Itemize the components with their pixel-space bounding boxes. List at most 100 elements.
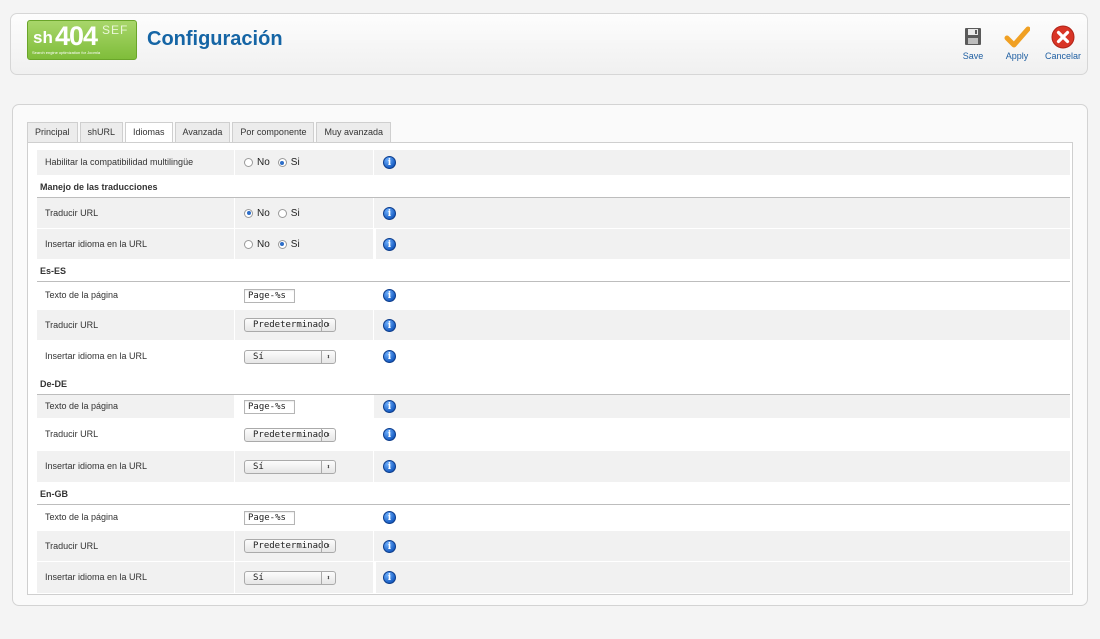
updown-arrow-icon: ⬍ xyxy=(321,571,335,584)
insert-select-label: Insertar idioma en la URL xyxy=(37,562,234,593)
multilingual-yes-radio[interactable] xyxy=(277,158,287,167)
updown-arrow-icon: ⬍ xyxy=(321,460,335,473)
insert-select-info: i xyxy=(376,451,1070,482)
multilingual-row: Habilitar la compatibilidad multilingüe … xyxy=(37,150,1070,176)
page-text-row: Texto de la página Page-%s i xyxy=(37,505,1070,531)
tab-idiomas[interactable]: Idiomas xyxy=(125,122,173,143)
insert-select-value: Sí xyxy=(253,351,264,362)
insert-lang-yes-label: Si xyxy=(290,238,300,250)
page-text-cell: Page-%s xyxy=(234,505,374,530)
logo-suffix: SEF xyxy=(102,23,129,37)
translate-url-no-radio[interactable] xyxy=(244,208,253,218)
apply-label: Apply xyxy=(1005,51,1029,61)
page-text-label: Texto de la página xyxy=(45,512,119,522)
tab-muy-avanzada[interactable]: Muy avanzada xyxy=(316,122,392,142)
page-text-row: Texto de la página Page-%s i xyxy=(37,282,1070,310)
translate-select-info: i xyxy=(376,531,1070,561)
info-icon[interactable]: i xyxy=(383,350,396,363)
page-text-cell: Page-%s xyxy=(234,395,374,418)
insert-select-cell: Sí ⬍ xyxy=(234,341,374,372)
updown-arrow-icon: ⬍ xyxy=(321,319,335,331)
insert-select-value: Sí xyxy=(253,572,264,583)
config-panel: Principal shURL Idiomas Avanzada Por com… xyxy=(12,104,1088,606)
translate-select[interactable]: Predeterminado ⬍ xyxy=(244,318,336,332)
insert-select-row: Insertar idioma en la URL Sí ⬍ i xyxy=(37,451,1070,483)
page-text-cell: Page-%s xyxy=(234,282,374,309)
insert-select-info: i xyxy=(376,341,1070,372)
multilingual-label: Habilitar la compatibilidad multilingüe xyxy=(45,157,194,167)
info-icon[interactable]: i xyxy=(383,206,396,220)
info-icon[interactable]: i xyxy=(383,511,396,524)
insert-select-row: Insertar idioma en la URL Sí ⬍ i xyxy=(37,341,1070,373)
info-icon[interactable]: i xyxy=(383,539,396,553)
updown-arrow-icon: ⬍ xyxy=(321,350,335,363)
translate-url-yes-radio[interactable] xyxy=(277,208,287,218)
info-icon[interactable]: i xyxy=(383,318,396,332)
tab-principal[interactable]: Principal xyxy=(27,122,78,142)
translate-select[interactable]: Predeterminado ⬍ xyxy=(244,539,336,553)
cancel-button[interactable]: Cancelar xyxy=(1041,24,1085,61)
section-lang-es-es: Es-ES xyxy=(37,260,1070,282)
insert-lang-row: Insertar idioma en la URL No Si i xyxy=(37,229,1070,260)
logo-tagline: Search engine optimization for Joomla xyxy=(32,50,101,55)
apply-button[interactable]: Apply xyxy=(995,24,1039,61)
translate-url-label: Traducir URL xyxy=(45,207,99,218)
info-icon[interactable]: i xyxy=(383,400,396,413)
sh404sef-logo: sh 404 SEF Search engine optimization fo… xyxy=(27,20,137,60)
section-lang-en-gb: En-GB xyxy=(37,483,1070,505)
insert-select[interactable]: Sí ⬍ xyxy=(244,459,336,474)
page-text-label: Texto de la página xyxy=(37,282,234,309)
info-icon[interactable]: i xyxy=(383,289,396,302)
tab-bar: Principal shURL Idiomas Avanzada Por com… xyxy=(27,122,393,143)
save-button[interactable]: Save xyxy=(951,24,995,61)
info-icon[interactable]: i xyxy=(383,571,396,584)
translate-select[interactable]: Predeterminado ⬍ xyxy=(244,427,336,442)
page-text-input[interactable]: Page-%s xyxy=(244,510,295,525)
translate-select-row: Traducir URL Predeterminado ⬍ i xyxy=(37,531,1070,562)
page-text-row: Texto de la página Page-%s i xyxy=(37,395,1070,419)
insert-select[interactable]: Sí ⬍ xyxy=(244,570,336,585)
tab-avanzada[interactable]: Avanzada xyxy=(174,122,231,142)
info-icon[interactable]: i xyxy=(383,237,396,251)
translate-url-yes-label: Si xyxy=(290,207,300,219)
insert-lang-no-radio[interactable] xyxy=(244,239,253,249)
translate-select-value: Predeterminado xyxy=(253,429,329,440)
page-text-label: Texto de la página xyxy=(45,401,119,411)
insert-select-value: Sí xyxy=(253,461,264,472)
tab-shurl[interactable]: shURL xyxy=(79,122,124,142)
multilingual-info: i xyxy=(376,150,1070,175)
multilingual-no-radio[interactable] xyxy=(244,158,253,167)
translate-select-cell: Predeterminado ⬍ xyxy=(234,310,374,340)
insert-select-cell: Sí ⬍ xyxy=(234,562,374,593)
translate-select-row: Traducir URL Predeterminado ⬍ i xyxy=(37,419,1070,451)
save-label: Save xyxy=(962,51,984,61)
translate-url-info: i xyxy=(376,198,1070,228)
tab-content-idiomas: Habilitar la compatibilidad multilingüe … xyxy=(27,142,1073,595)
translate-select-row: Traducir URL Predeterminado ⬍ i xyxy=(37,310,1070,341)
logo-number: 404 xyxy=(55,21,98,51)
multilingual-yes-label: Si xyxy=(290,157,300,168)
translate-select-cell: Predeterminado ⬍ xyxy=(234,531,374,561)
insert-select-label: Insertar idioma en la URL xyxy=(45,461,148,471)
translate-select-info: i xyxy=(376,310,1070,340)
info-icon[interactable]: i xyxy=(383,460,396,473)
section-lang-de-de: De-DE xyxy=(37,373,1070,395)
translate-url-row: Traducir URL No Si i xyxy=(37,198,1070,229)
insert-lang-yes-radio[interactable] xyxy=(277,239,287,249)
page-title: Configuración xyxy=(147,28,283,50)
page-text-input[interactable]: Page-%s xyxy=(244,399,295,414)
insert-select[interactable]: Sí ⬍ xyxy=(244,349,336,364)
tab-por-componente[interactable]: Por componente xyxy=(232,122,315,142)
translate-select-value: Predeterminado xyxy=(253,541,329,551)
insert-lang-info: i xyxy=(376,229,1070,259)
info-icon[interactable]: i xyxy=(383,156,396,169)
insert-select-cell: Sí ⬍ xyxy=(234,451,374,482)
translate-url-options: No Si xyxy=(234,198,374,228)
translate-select-cell: Predeterminado ⬍ xyxy=(234,419,374,450)
info-icon[interactable]: i xyxy=(383,428,396,441)
cancel-x-icon xyxy=(1050,24,1076,50)
page-text-input[interactable]: Page-%s xyxy=(244,288,295,303)
translate-select-info: i xyxy=(376,419,1070,450)
insert-select-info: i xyxy=(376,562,1070,593)
page-text-info: i xyxy=(376,395,1070,418)
